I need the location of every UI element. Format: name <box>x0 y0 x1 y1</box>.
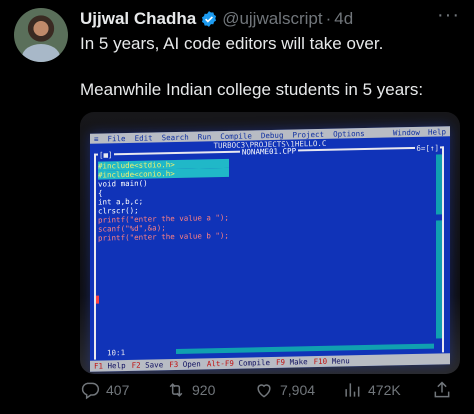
timestamp[interactable]: 4d <box>334 9 353 29</box>
more-options-icon[interactable]: ··· <box>437 4 460 27</box>
cursor-position: 10:1 <box>107 348 126 358</box>
tweet-text-line-2: Meanwhile Indian college students in 5 y… <box>80 80 424 99</box>
ide-menu-project: Project <box>292 129 325 140</box>
tweet-header: Ujjwal Chadha @ujjwalscript · 4d <box>80 8 353 30</box>
heart-icon <box>257 384 271 398</box>
repost-button[interactable]: 920 <box>166 380 215 400</box>
ide-menu-edit: Edit <box>134 132 153 143</box>
share-button[interactable] <box>432 380 452 400</box>
fkey-menu: F10 Menu <box>313 356 350 367</box>
editor-window-number: 6=[↑] <box>415 143 440 153</box>
ide-menu-file: File <box>107 133 126 143</box>
repost-count: 920 <box>192 382 216 398</box>
fkey-save: F2 Save <box>131 360 164 370</box>
vertical-scrollbar <box>436 154 442 339</box>
ide-menu-search: Search <box>161 132 189 142</box>
text-cursor <box>96 295 99 304</box>
author-handle[interactable]: @ujjwalscript <box>222 9 322 29</box>
ide-menu-window: Window <box>392 127 420 137</box>
fkey-open: F3 Open <box>169 359 201 370</box>
repost-icon <box>169 383 183 397</box>
share-icon <box>434 381 450 398</box>
system-menu-icon: ≡ <box>94 134 99 144</box>
horizontal-scrollbar <box>176 343 434 354</box>
ide-menu-debug: Debug <box>260 130 284 140</box>
ide-menu-compile: Compile <box>220 130 252 141</box>
views-icon <box>345 383 360 397</box>
avatar[interactable] <box>14 8 68 62</box>
turbo-c-screen: ≡ File Edit Search Run Compile Debug Pro… <box>90 126 450 372</box>
editor-window: [■] NONAME01.CPP 6=[↑] #include<stdio.h>… <box>94 143 444 360</box>
author-name[interactable]: Ujjwal Chadha <box>80 9 196 29</box>
code-area: #include<stdio.h> #include<conio.h> void… <box>98 158 229 243</box>
ide-menu-run: Run <box>197 131 212 142</box>
fkey-compile: Alt-F9 Compile <box>206 357 271 369</box>
tweet-actions: 407 920 7,904 472K <box>80 380 460 402</box>
like-count: 7,904 <box>280 382 316 398</box>
ide-menu-options: Options <box>333 128 365 139</box>
like-button[interactable]: 7,904 <box>254 380 315 400</box>
tweet-text-line-1: In 5 years, AI code editors will take ov… <box>80 34 384 53</box>
tweet: Ujjwal Chadha @ujjwalscript · 4d ··· In … <box>0 0 474 414</box>
reply-icon <box>81 382 100 400</box>
views-count: 472K <box>368 382 401 398</box>
ide-menu-help: Help <box>427 126 446 137</box>
fkey-help: F1 Help <box>94 361 126 371</box>
verified-badge-icon <box>202 11 217 27</box>
fkey-make: F9 Make <box>276 357 308 367</box>
code-line: printf("enter the value b "); <box>98 230 229 243</box>
views-button[interactable]: 472K <box>342 380 401 400</box>
tweet-photo[interactable]: ≡ File Edit Search Run Compile Debug Pro… <box>80 112 460 374</box>
reply-button[interactable]: 407 <box>80 380 129 400</box>
separator-dot: · <box>325 9 332 28</box>
reply-count: 407 <box>106 382 130 398</box>
